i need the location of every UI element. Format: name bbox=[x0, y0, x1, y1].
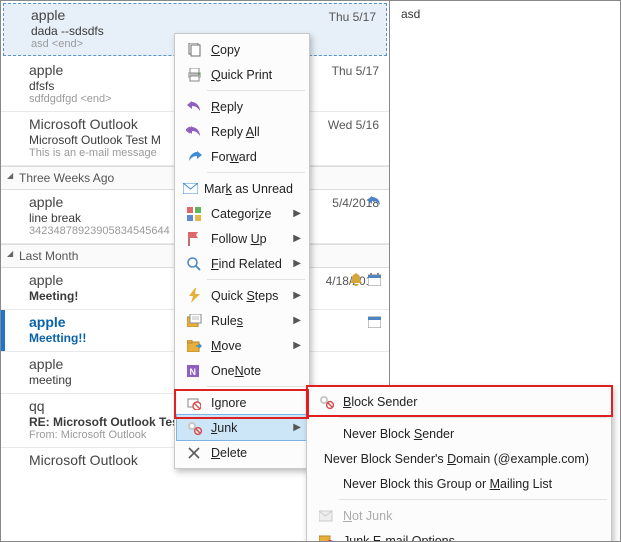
menu-reply[interactable]: Reply bbox=[177, 94, 307, 119]
reading-pane-text: asd bbox=[401, 7, 420, 21]
menu-separator bbox=[207, 172, 305, 173]
reading-pane: asd bbox=[391, 1, 620, 27]
not-junk-icon bbox=[315, 510, 337, 522]
submenu-never-block-domain[interactable]: Never Block Sender's Domain (@example.co… bbox=[309, 446, 609, 471]
rules-icon bbox=[183, 314, 205, 327]
svg-text:N: N bbox=[190, 367, 197, 377]
menu-label: Never Block Sender bbox=[343, 427, 454, 441]
message-badges bbox=[367, 314, 381, 328]
menu-label: Junk bbox=[211, 421, 237, 435]
reply-all-icon bbox=[183, 126, 205, 138]
menu-label: Not Junk bbox=[343, 509, 392, 523]
forward-icon bbox=[183, 151, 205, 163]
message-badges bbox=[349, 272, 381, 286]
lightning-icon bbox=[183, 288, 205, 303]
menu-rules[interactable]: Rules ▶ bbox=[177, 308, 307, 333]
chevron-right-icon: ▶ bbox=[293, 208, 301, 219]
message-from: apple bbox=[31, 7, 375, 23]
menu-separator bbox=[339, 417, 607, 418]
calendar-icon bbox=[367, 272, 381, 286]
menu-ignore[interactable]: Ignore bbox=[177, 390, 307, 415]
categorize-icon bbox=[183, 207, 205, 221]
menu-separator bbox=[339, 499, 607, 500]
menu-follow-up[interactable]: Follow Up ▶ bbox=[177, 226, 307, 251]
chevron-right-icon: ▶ bbox=[293, 258, 301, 269]
menu-label: Never Block Sender's Domain (@example.co… bbox=[324, 452, 589, 466]
chevron-right-icon: ▶ bbox=[293, 290, 301, 301]
menu-label: Copy bbox=[211, 43, 240, 57]
bell-icon bbox=[349, 272, 363, 286]
menu-separator bbox=[207, 386, 305, 387]
submenu-block-sender[interactable]: Block Sender bbox=[309, 389, 609, 414]
menu-label: Ignore bbox=[211, 396, 246, 410]
menu-label: Reply bbox=[211, 100, 243, 114]
menu-mark-unread[interactable]: Mark as Unread bbox=[177, 176, 307, 201]
group-header-label: Last Month bbox=[19, 249, 78, 263]
menu-label: Mark as Unread bbox=[204, 182, 293, 196]
menu-label: Move bbox=[211, 339, 242, 353]
move-icon bbox=[183, 340, 205, 352]
message-date: Thu 5/17 bbox=[329, 10, 376, 24]
menu-onenote[interactable]: N OneNote bbox=[177, 358, 307, 383]
menu-move[interactable]: Move ▶ bbox=[177, 333, 307, 358]
menu-separator bbox=[207, 90, 305, 91]
submenu-never-block-sender[interactable]: Never Block Sender bbox=[309, 421, 609, 446]
submenu-not-junk: Not Junk bbox=[309, 503, 609, 528]
menu-label: Delete bbox=[211, 446, 247, 460]
envelope-icon bbox=[183, 183, 198, 194]
submenu-never-block-group[interactable]: Never Block this Group or Mailing List bbox=[309, 471, 609, 496]
ignore-icon bbox=[183, 396, 205, 410]
reply-icon bbox=[183, 101, 205, 113]
onenote-icon: N bbox=[183, 364, 205, 378]
menu-label: Forward bbox=[211, 150, 257, 164]
menu-label: Quick Print bbox=[211, 68, 272, 82]
menu-delete[interactable]: Delete bbox=[177, 440, 307, 465]
menu-label: Rules bbox=[211, 314, 243, 328]
menu-label: Reply All bbox=[211, 125, 260, 139]
reply-icon bbox=[367, 194, 381, 208]
menu-copy[interactable]: Copy bbox=[177, 37, 307, 62]
copy-icon bbox=[183, 43, 205, 57]
submenu-junk-options[interactable]: Junk E-mail Options... bbox=[309, 528, 609, 542]
menu-label: Block Sender bbox=[343, 395, 417, 409]
chevron-right-icon: ▶ bbox=[293, 340, 301, 351]
delete-icon bbox=[183, 447, 205, 459]
junk-icon bbox=[183, 421, 205, 435]
group-header-label: Three Weeks Ago bbox=[19, 171, 114, 185]
menu-label: Follow Up bbox=[211, 232, 267, 246]
chevron-right-icon: ▶ bbox=[293, 422, 301, 433]
message-date: Wed 5/16 bbox=[328, 118, 379, 132]
junk-options-icon bbox=[315, 534, 337, 542]
menu-label: Never Block this Group or Mailing List bbox=[343, 477, 552, 491]
menu-separator bbox=[207, 279, 305, 280]
search-icon bbox=[183, 257, 205, 271]
message-badges bbox=[367, 194, 381, 208]
context-menu: Copy Quick Print Reply Reply All Forward… bbox=[174, 33, 310, 469]
menu-label: Junk E-mail Options... bbox=[343, 534, 465, 542]
menu-quick-steps[interactable]: Quick Steps ▶ bbox=[177, 283, 307, 308]
menu-label: Find Related bbox=[211, 257, 282, 271]
calendar-icon bbox=[367, 314, 381, 328]
menu-junk[interactable]: Junk ▶ bbox=[176, 414, 308, 441]
print-icon bbox=[183, 68, 205, 82]
chevron-right-icon: ▶ bbox=[293, 315, 301, 326]
menu-label: Categorize bbox=[211, 207, 271, 221]
junk-submenu: Block Sender Never Block Sender Never Bl… bbox=[306, 385, 612, 542]
menu-label: OneNote bbox=[211, 364, 261, 378]
flag-icon bbox=[183, 232, 205, 246]
menu-find-related[interactable]: Find Related ▶ bbox=[177, 251, 307, 276]
outlook-window: apple dada --sdsdfs asd <end> Thu 5/17 a… bbox=[0, 0, 621, 542]
block-sender-icon bbox=[315, 395, 337, 409]
menu-forward[interactable]: Forward bbox=[177, 144, 307, 169]
chevron-right-icon: ▶ bbox=[293, 233, 301, 244]
menu-categorize[interactable]: Categorize ▶ bbox=[177, 201, 307, 226]
menu-reply-all[interactable]: Reply All bbox=[177, 119, 307, 144]
menu-quick-print[interactable]: Quick Print bbox=[177, 62, 307, 87]
menu-label: Quick Steps bbox=[211, 289, 278, 303]
message-date: Thu 5/17 bbox=[332, 64, 379, 78]
